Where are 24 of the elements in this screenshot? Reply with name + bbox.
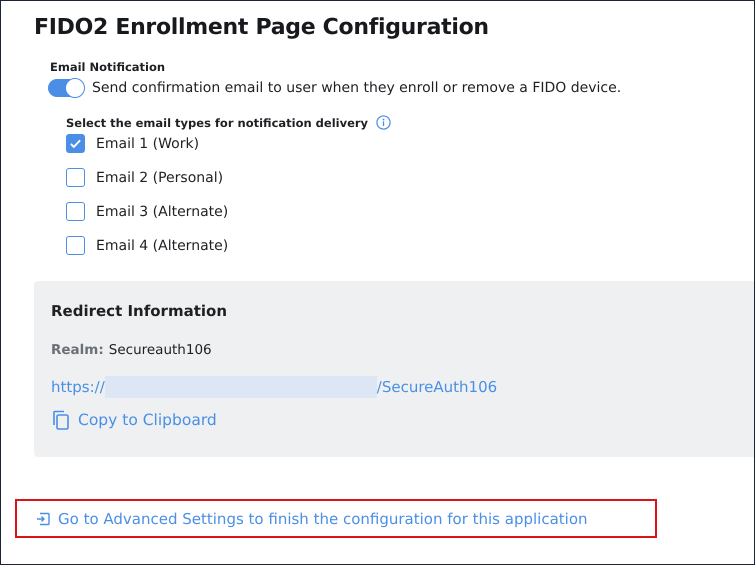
checkbox-label: Email 3 (Alternate) <box>96 204 228 220</box>
subheading: Select the email types for notification delivery <box>66 116 368 130</box>
advanced-settings-link[interactable]: Go to Advanced Settings to finish the configuration for this application <box>36 510 588 528</box>
info-icon[interactable] <box>376 115 392 130</box>
url-prefix[interactable]: https:// <box>51 378 105 396</box>
page-title: FIDO2 Enrollment Page Configuration <box>34 15 490 40</box>
realm-label: Realm: <box>51 342 104 358</box>
checkbox[interactable] <box>66 134 85 153</box>
toggle-switch[interactable] <box>48 79 84 97</box>
checkbox-label: Email 4 (Alternate) <box>96 238 228 254</box>
checkmark-icon <box>69 137 82 150</box>
checkbox-label: Email 2 (Personal) <box>96 170 224 186</box>
section-label: Email Notification <box>50 60 166 74</box>
checkbox[interactable] <box>66 202 85 221</box>
toggle-label: Send confirmation email to user when they enroll or remove a FIDO device. <box>92 80 622 96</box>
copy-button[interactable]: Copy to Clipboard <box>51 410 217 430</box>
realm-value: Secureauth106 <box>108 342 212 358</box>
copy-icon <box>51 410 71 430</box>
checkbox-label: Email 1 (Work) <box>96 136 200 152</box>
url-suffix[interactable]: /SecureAuth106 <box>376 378 498 396</box>
panel-title: Redirect Information <box>51 302 227 320</box>
checkbox[interactable] <box>66 236 85 255</box>
enter-icon <box>36 512 50 526</box>
checkbox[interactable] <box>66 168 85 187</box>
